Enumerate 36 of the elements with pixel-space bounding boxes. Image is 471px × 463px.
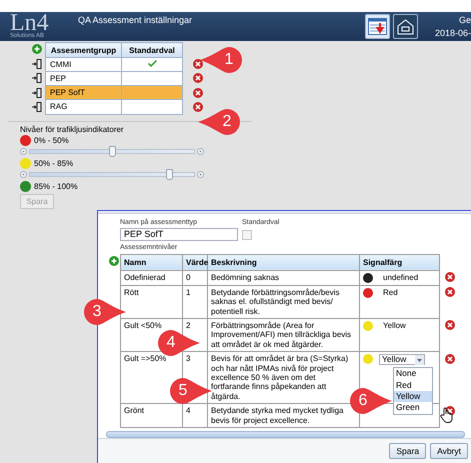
- page-title: QA Assessment inställningar: [78, 15, 194, 27]
- date-text: 2018-06-: [434, 28, 471, 38]
- signal-label: Red: [383, 288, 398, 298]
- range-label: 0% - 50%: [34, 136, 69, 144]
- signal-label: Yellow: [383, 320, 406, 330]
- description-cell: Bedömning saknas: [208, 270, 360, 286]
- description-cell: Förbättringsområde (Area for Improvement/AFI) men tillräckliga bevis att området är ok med åtgärder.: [208, 318, 360, 352]
- save-button[interactable]: Spara: [389, 443, 426, 459]
- level-name-cell: Grönt: [120, 404, 182, 428]
- step-callout: 1: [198, 45, 242, 75]
- level-name-cell: Odefinierad: [120, 270, 182, 286]
- group-name-cell[interactable]: RAG: [46, 100, 122, 114]
- column-header: Standardval: [122, 42, 182, 58]
- column-header: Assesmentgrupp: [46, 42, 122, 58]
- description-cell: Betydande förbättringsområde/bevis saknas el. ofullständigt med bevis/ potentiell risk.: [208, 285, 360, 318]
- group-name-cell[interactable]: CMMI: [46, 58, 122, 72]
- range-label: 50% - 85%: [34, 158, 74, 168]
- section-title: Nivåer för trafikljusindikatorer: [20, 124, 125, 134]
- value-cell: 1: [182, 285, 208, 318]
- signal-select[interactable]: Yellow: [379, 354, 425, 366]
- column-header: Värde: [182, 254, 208, 270]
- step-callout: 6: [350, 386, 394, 416]
- signal-label: undefined: [383, 272, 418, 282]
- group-name-cell[interactable]: PEP SofT: [46, 86, 122, 100]
- user-name: Ge: [458, 15, 471, 25]
- logo: Ln4: [10, 13, 50, 33]
- group-name-cell[interactable]: PEP: [46, 72, 122, 86]
- column-header: Signalfärg: [360, 254, 440, 270]
- value-cell: 0: [182, 270, 208, 286]
- column-header: Beskrivning: [208, 254, 360, 270]
- range-label: 85% - 100%: [34, 182, 78, 190]
- name-field[interactable]: PEP SofT: [120, 228, 238, 241]
- step-callout: 2: [196, 107, 240, 137]
- dropdown-option[interactable]: Yellow: [394, 390, 432, 402]
- column-header: Namn: [120, 254, 182, 270]
- cancel-button[interactable]: Avbryt: [430, 443, 468, 459]
